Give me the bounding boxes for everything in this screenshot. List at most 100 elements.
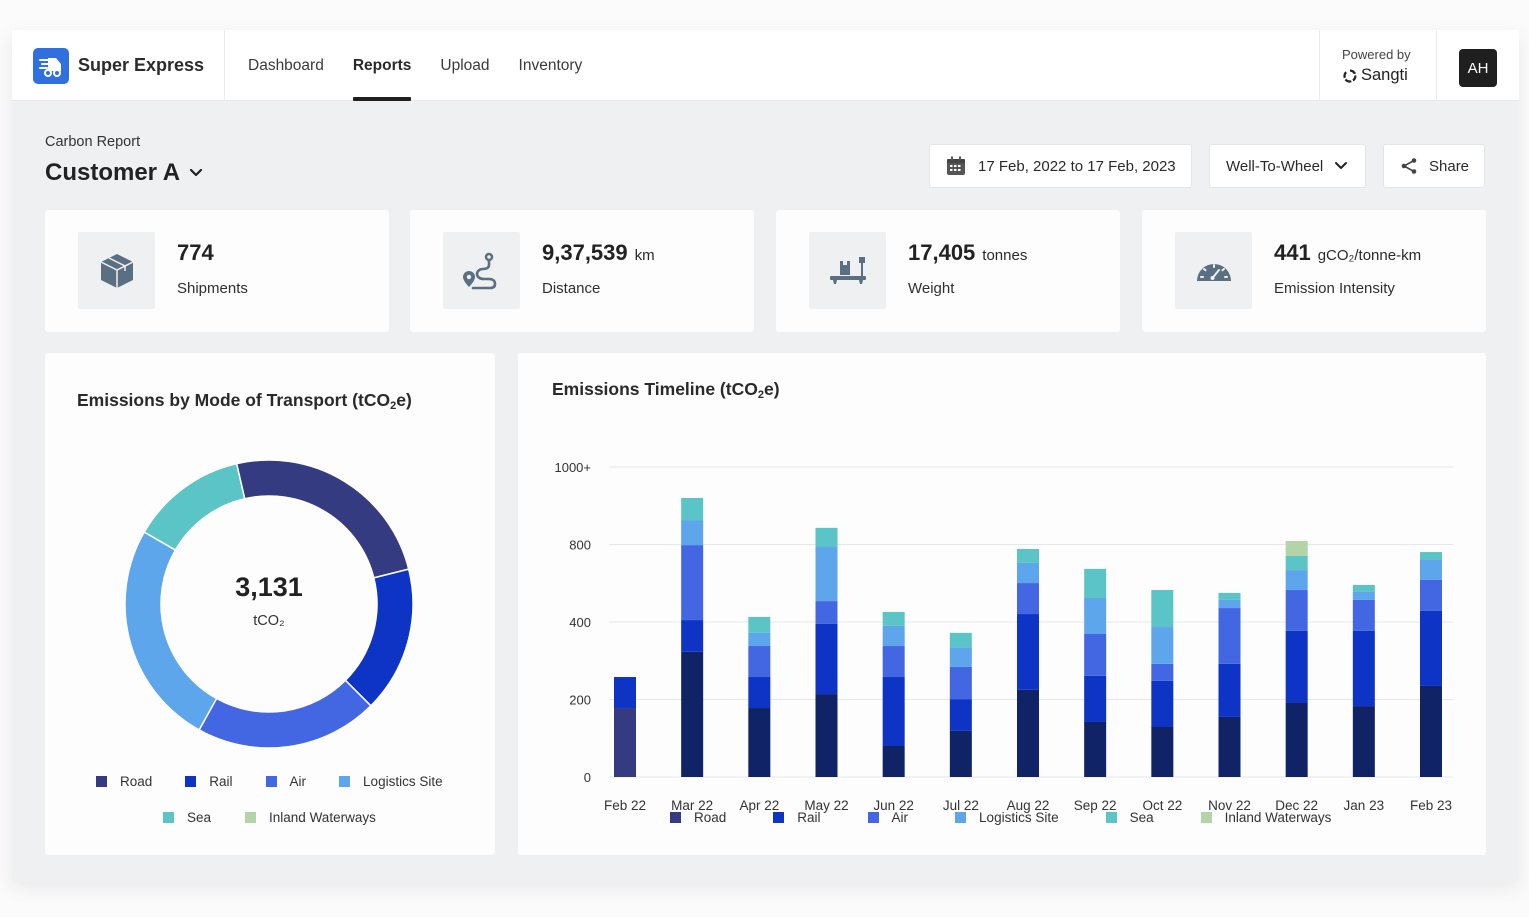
legend-item-inland-waterways[interactable]: Inland Waterways bbox=[245, 810, 376, 825]
bar-segment-logistics-site[interactable] bbox=[1420, 560, 1442, 580]
legend-item-logistics-site[interactable]: Logistics Site bbox=[339, 774, 443, 789]
date-range-picker[interactable]: 17 Feb, 2022 to 17 Feb, 2023 bbox=[929, 144, 1192, 188]
bar-segment-sea[interactable] bbox=[1420, 552, 1442, 560]
nav-inventory[interactable]: Inventory bbox=[519, 30, 583, 101]
bar-group-aug-22[interactable] bbox=[1017, 548, 1039, 777]
nav-upload[interactable]: Upload bbox=[440, 30, 489, 101]
bar-segment-rail[interactable] bbox=[614, 677, 636, 709]
bar-segment-rail[interactable] bbox=[681, 620, 704, 652]
bar-segment-rail[interactable] bbox=[1420, 610, 1442, 686]
legend-item-rail[interactable]: Rail bbox=[773, 810, 821, 825]
bar-segment-rail[interactable] bbox=[1218, 663, 1241, 717]
bar-segment-road[interactable] bbox=[949, 730, 972, 777]
bar-segment-road[interactable] bbox=[1285, 702, 1308, 777]
bar-segment-air[interactable] bbox=[1084, 634, 1107, 676]
bar-segment-logistics-site[interactable] bbox=[1084, 597, 1107, 635]
legend-item-road[interactable]: Road bbox=[670, 810, 726, 825]
bar-segment-road[interactable] bbox=[681, 651, 704, 777]
bar-segment-logistics-site[interactable] bbox=[1017, 562, 1039, 584]
legend-item-air[interactable]: Air bbox=[265, 774, 306, 789]
donut-slice-road[interactable] bbox=[235, 459, 410, 579]
bar-segment-logistics-site[interactable] bbox=[815, 547, 838, 602]
bar-segment-rail[interactable] bbox=[1084, 675, 1107, 722]
bar-segment-road[interactable] bbox=[748, 708, 771, 777]
bar-segment-sea[interactable] bbox=[681, 498, 704, 521]
bar-segment-air[interactable] bbox=[1218, 608, 1241, 664]
legend-item-road[interactable]: Road bbox=[96, 774, 152, 789]
brand[interactable]: Super Express bbox=[12, 30, 225, 101]
bar-group-nov-22[interactable] bbox=[1218, 592, 1241, 777]
bar-segment-rail[interactable] bbox=[1017, 614, 1039, 690]
bar-segment-sea[interactable] bbox=[1352, 584, 1375, 592]
bar-segment-air[interactable] bbox=[681, 545, 704, 621]
bar-segment-rail[interactable] bbox=[949, 699, 972, 731]
bar-segment-logistics-site[interactable] bbox=[1151, 627, 1174, 664]
bar-segment-road[interactable] bbox=[815, 694, 838, 777]
bar-segment-rail[interactable] bbox=[815, 623, 838, 695]
bar-segment-air[interactable] bbox=[815, 601, 838, 624]
bar-group-jul-22[interactable] bbox=[949, 632, 972, 777]
nav-dashboard[interactable]: Dashboard bbox=[248, 30, 324, 101]
bar-segment-logistics-site[interactable] bbox=[1285, 570, 1308, 591]
legend-item-sea[interactable]: Sea bbox=[1105, 810, 1154, 825]
bar-group-dec-22[interactable] bbox=[1285, 541, 1308, 777]
methodology-dropdown[interactable]: Well-To-Wheel bbox=[1209, 144, 1366, 188]
bar-segment-road[interactable] bbox=[1017, 689, 1039, 777]
bar-segment-air[interactable] bbox=[1420, 579, 1442, 611]
bar-segment-sea[interactable] bbox=[815, 527, 838, 548]
bar-segment-rail[interactable] bbox=[748, 677, 771, 709]
bar-segment-air[interactable] bbox=[1285, 590, 1308, 631]
nav-reports[interactable]: Reports bbox=[352, 30, 411, 101]
bar-group-feb-22[interactable] bbox=[614, 677, 636, 777]
donut-slice-sea[interactable] bbox=[143, 462, 246, 552]
donut-slice-air[interactable] bbox=[198, 679, 372, 749]
bar-segment-rail[interactable] bbox=[1352, 630, 1375, 707]
bar-segment-sea[interactable] bbox=[882, 611, 905, 626]
user-avatar[interactable]: AH bbox=[1459, 49, 1497, 87]
bar-group-sep-22[interactable] bbox=[1084, 568, 1107, 777]
bar-segment-rail[interactable] bbox=[1151, 680, 1174, 728]
donut-slice-logistics-site[interactable] bbox=[124, 531, 218, 731]
share-button[interactable]: Share bbox=[1383, 144, 1485, 188]
legend-item-inland-waterways[interactable]: Inland Waterways bbox=[1200, 810, 1331, 825]
bar-segment-rail[interactable] bbox=[1285, 630, 1308, 703]
bar-segment-logistics-site[interactable] bbox=[681, 520, 704, 546]
bar-segment-road[interactable] bbox=[1352, 706, 1375, 777]
bar-segment-sea[interactable] bbox=[1017, 548, 1039, 563]
bar-segment-sea[interactable] bbox=[949, 632, 972, 648]
bar-segment-road[interactable] bbox=[882, 746, 905, 777]
bar-segment-road[interactable] bbox=[1084, 721, 1107, 777]
bar-segment-air[interactable] bbox=[748, 646, 771, 678]
legend-item-sea[interactable]: Sea bbox=[163, 810, 211, 825]
legend-item-rail[interactable]: Rail bbox=[185, 774, 233, 789]
bar-group-jun-22[interactable] bbox=[882, 611, 905, 777]
bar-group-mar-22[interactable] bbox=[681, 498, 704, 777]
bar-segment-sea[interactable] bbox=[1285, 555, 1308, 571]
bar-segment-road[interactable] bbox=[1420, 685, 1442, 777]
bar-segment-air[interactable] bbox=[949, 666, 972, 700]
bar-segment-sea[interactable] bbox=[1218, 592, 1241, 600]
bar-group-apr-22[interactable] bbox=[748, 616, 771, 777]
bar-segment-sea[interactable] bbox=[1151, 590, 1174, 628]
bar-segment-logistics-site[interactable] bbox=[748, 632, 771, 647]
legend-item-logistics-site[interactable]: Logistics Site bbox=[955, 810, 1059, 825]
bar-segment-air[interactable] bbox=[1151, 663, 1174, 681]
bar-group-feb-23[interactable] bbox=[1420, 552, 1442, 777]
bar-segment-rail[interactable] bbox=[882, 677, 905, 746]
bar-segment-inland-waterways[interactable] bbox=[1285, 541, 1308, 556]
bar-segment-sea[interactable] bbox=[1084, 568, 1107, 598]
bar-group-jan-23[interactable] bbox=[1352, 584, 1375, 777]
customer-selector[interactable]: Customer A bbox=[45, 159, 203, 187]
legend-item-air[interactable]: Air bbox=[867, 810, 908, 825]
donut-slice-rail[interactable] bbox=[344, 568, 414, 707]
bar-segment-air[interactable] bbox=[1352, 599, 1375, 631]
bar-segment-logistics-site[interactable] bbox=[1352, 591, 1375, 600]
bar-segment-sea[interactable] bbox=[748, 616, 771, 633]
bar-segment-air[interactable] bbox=[882, 646, 905, 678]
bar-group-may-22[interactable] bbox=[815, 527, 838, 777]
bar-segment-road[interactable] bbox=[1218, 716, 1241, 777]
bar-segment-road[interactable] bbox=[614, 708, 636, 777]
bar-segment-air[interactable] bbox=[1017, 583, 1039, 615]
bar-segment-logistics-site[interactable] bbox=[882, 625, 905, 647]
bar-segment-logistics-site[interactable] bbox=[1218, 599, 1241, 609]
